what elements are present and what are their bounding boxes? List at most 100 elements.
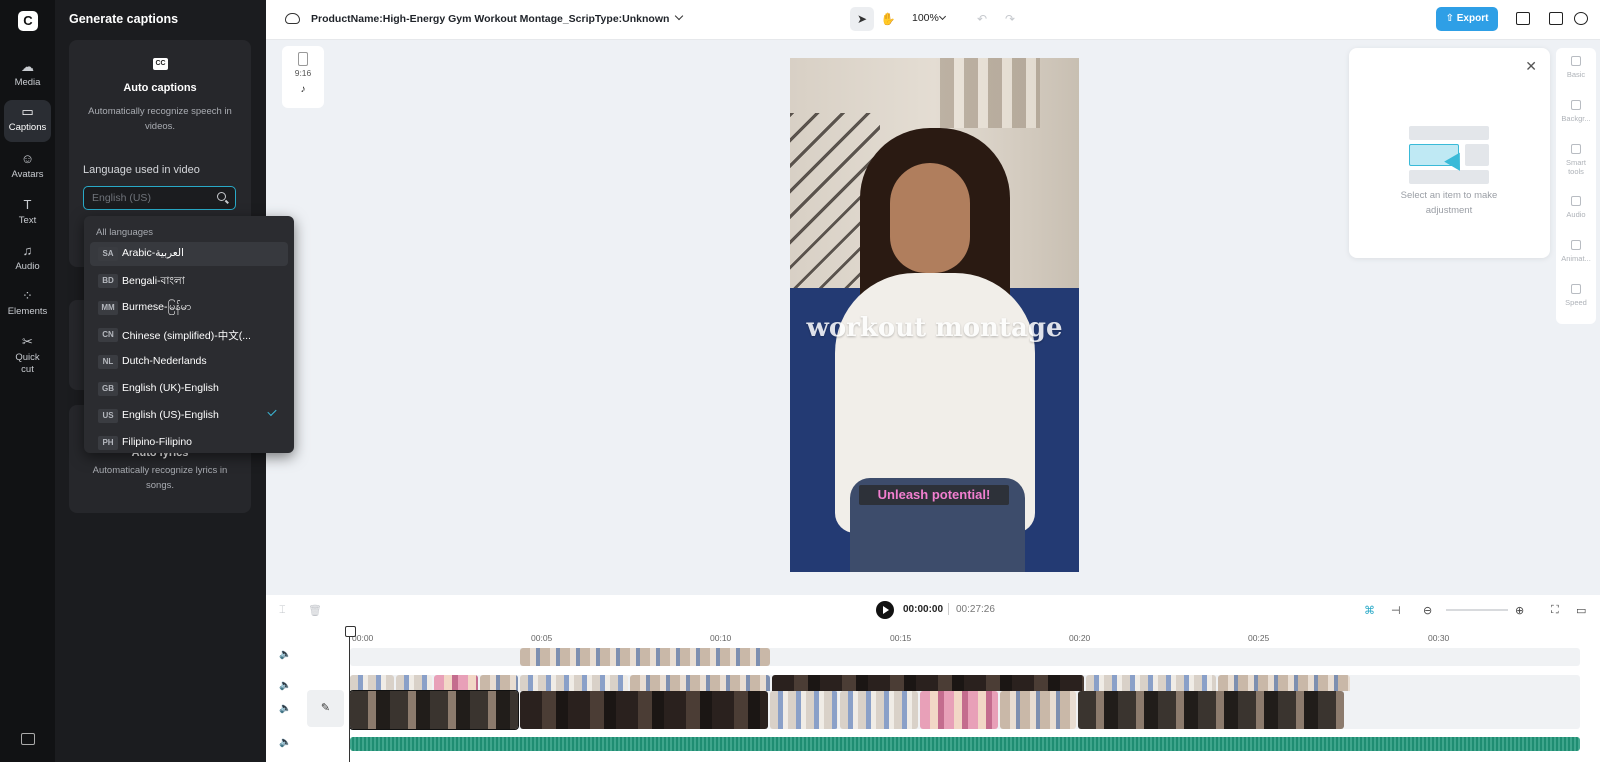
language-name: Dutch-Nederlands <box>122 355 207 367</box>
cloud-sync-icon[interactable] <box>285 13 300 24</box>
zoom-chevron-icon[interactable] <box>938 12 947 21</box>
export-label: Export <box>1456 13 1489 24</box>
close-icon[interactable]: ✕ <box>1525 58 1537 75</box>
comment-icon[interactable]: ▭ <box>1576 604 1586 617</box>
gear-icon[interactable] <box>1574 12 1588 25</box>
background-icon <box>1571 100 1581 110</box>
select-item-illustration <box>1409 126 1489 184</box>
speaker-icon[interactable]: 🔈 <box>279 737 291 748</box>
trash-icon[interactable]: 🗑 <box>308 604 322 617</box>
language-name: Arabic-العربية <box>122 247 184 259</box>
rail-item-text[interactable]: T Text <box>4 193 51 235</box>
export-button[interactable]: ⇧ Export <box>1436 7 1498 31</box>
fit-screen-icon[interactable]: ⛶ <box>1551 604 1559 617</box>
timeline-zoom-slider[interactable] <box>1446 609 1508 611</box>
language-option[interactable]: CN Chinese (simplified)-中文(... <box>90 323 288 347</box>
rail-item-label: Quick cut <box>15 352 40 375</box>
language-option[interactable]: PH Filipino-Filipino <box>90 431 288 453</box>
elements-icon: ⁘ <box>22 288 33 303</box>
project-title[interactable]: ProductName:High-Energy Gym Workout Mont… <box>311 13 669 25</box>
edit-track-button[interactable]: ✎ <box>307 690 344 727</box>
language-option[interactable]: GB English (UK)-English <box>90 377 288 401</box>
rail-item-avatars[interactable]: ☺ Avatars <box>4 147 51 189</box>
keyboard-icon[interactable] <box>21 733 35 745</box>
ruler-label: 00:10 <box>710 633 732 643</box>
rail-item-quick-cut[interactable]: ✂ Quick cut <box>4 330 51 380</box>
split-clip-icon[interactable]: ⊣ <box>1391 604 1401 617</box>
auto-captions-title: Auto captions <box>123 82 197 94</box>
video-clip[interactable] <box>520 648 770 666</box>
left-rail: C ☁ Media ▭ Captions ☺ Avatars T Text ♫ … <box>0 0 55 762</box>
tab-label: Animat... <box>1561 254 1591 263</box>
tab-label: Backgr... <box>1561 114 1591 123</box>
speaker-icon[interactable]: 🔈 <box>279 703 291 714</box>
avatar-icon: ☺ <box>20 151 35 166</box>
tab-basic[interactable]: Basic <box>1556 56 1596 79</box>
rail-item-elements[interactable]: ⁘ Elements <box>4 284 51 326</box>
hand-tool-button[interactable]: ✋ <box>876 7 900 31</box>
video-clip[interactable] <box>920 691 998 729</box>
ruler-label: 00:05 <box>531 633 553 643</box>
tab-label: Audio <box>1566 210 1586 219</box>
speaker-icon[interactable]: 🔈 <box>279 680 291 691</box>
rail-item-media[interactable]: ☁ Media <box>4 55 51 97</box>
play-button[interactable] <box>876 601 894 619</box>
tab-background[interactable]: Backgr... <box>1556 100 1596 123</box>
video-title-overlay[interactable]: workout montage <box>790 313 1079 343</box>
video-clip[interactable] <box>840 691 918 729</box>
language-option[interactable]: BD Bengali-বাংলা <box>90 269 288 293</box>
app-logo-icon[interactable]: C <box>18 11 38 31</box>
video-clip[interactable] <box>520 691 768 729</box>
auto-lyrics-description: Automatically recognize lyrics in songs. <box>92 465 228 491</box>
aspect-ratio-label: 9:16 <box>294 68 312 78</box>
language-option[interactable]: SA Arabic-العربية <box>90 242 288 266</box>
language-option[interactable]: NL Dutch-Nederlands <box>90 350 288 374</box>
video-clip-selected[interactable] <box>349 690 519 730</box>
split-icon[interactable]: ⌶ <box>279 604 286 617</box>
tiktok-icon: ♪ <box>300 84 306 95</box>
timeline-toolbar: ⌶ 🗑 00:00:00 00:27:26 ⌘ ⊣ ⊖ ⊕ ⛶ ▭ <box>266 595 1600 625</box>
language-option-selected[interactable]: US English (US)-English <box>90 404 288 428</box>
timeline-ruler[interactable]: 00:00 00:05 00:10 00:15 00:20 00:25 00:3… <box>266 625 1600 645</box>
speaker-icon[interactable]: 🔈 <box>279 649 291 660</box>
search-icon <box>217 192 226 201</box>
tab-smart-tools[interactable]: Smart tools <box>1556 144 1596 176</box>
rail-item-captions[interactable]: ▭ Captions <box>4 100 51 142</box>
select-tool-button[interactable]: ➤ <box>850 7 874 31</box>
tab-label: Basic <box>1566 70 1586 79</box>
panel-title: Generate captions <box>69 12 179 26</box>
language-search-input[interactable] <box>92 190 207 206</box>
aspect-ratio-selector[interactable]: 9:16 ♪ <box>282 46 324 108</box>
panel-layout-icon[interactable] <box>1549 12 1563 25</box>
tab-audio[interactable]: Audio <box>1556 196 1596 219</box>
tab-animation[interactable]: Animat... <box>1556 240 1596 263</box>
undo-icon[interactable]: ↶ <box>977 12 987 26</box>
auto-captions-description: Automatically recognize speech in videos… <box>88 106 232 132</box>
rail-item-label: Audio <box>15 261 40 272</box>
video-preview[interactable]: workout montage Unleash potential! <box>790 58 1079 572</box>
video-clip[interactable] <box>770 691 838 729</box>
redo-icon[interactable]: ↷ <box>1005 12 1015 26</box>
tab-label: Smart tools <box>1565 158 1586 176</box>
tab-speed[interactable]: Speed <box>1556 284 1596 307</box>
language-label: Language used in video <box>83 164 200 176</box>
language-code-badge: MM <box>98 301 118 315</box>
zoom-level[interactable]: 100% <box>912 12 939 24</box>
magnet-snap-icon[interactable]: ⌘ <box>1364 604 1375 617</box>
language-search-field[interactable] <box>83 186 236 210</box>
properties-panel: ✕ Select an item to make adjustment <box>1349 48 1550 258</box>
language-code-badge: SA <box>98 247 118 261</box>
speedometer-icon <box>1571 284 1581 294</box>
layers-icon[interactable] <box>1516 12 1530 25</box>
video-caption-overlay[interactable]: Unleash potential! <box>859 485 1009 505</box>
zoom-in-icon[interactable]: ⊕ <box>1515 604 1524 617</box>
text-icon: T <box>23 197 32 212</box>
chevron-down-icon[interactable] <box>674 11 684 21</box>
language-option[interactable]: MM Burmese-မြန်မာ <box>90 296 288 320</box>
rail-item-audio[interactable]: ♫ Audio <box>4 239 51 281</box>
playhead[interactable] <box>345 626 356 762</box>
audio-clip[interactable] <box>350 737 1580 751</box>
zoom-out-icon[interactable]: ⊖ <box>1423 604 1432 617</box>
video-clip[interactable] <box>1078 691 1344 729</box>
video-clip[interactable] <box>1000 691 1076 729</box>
